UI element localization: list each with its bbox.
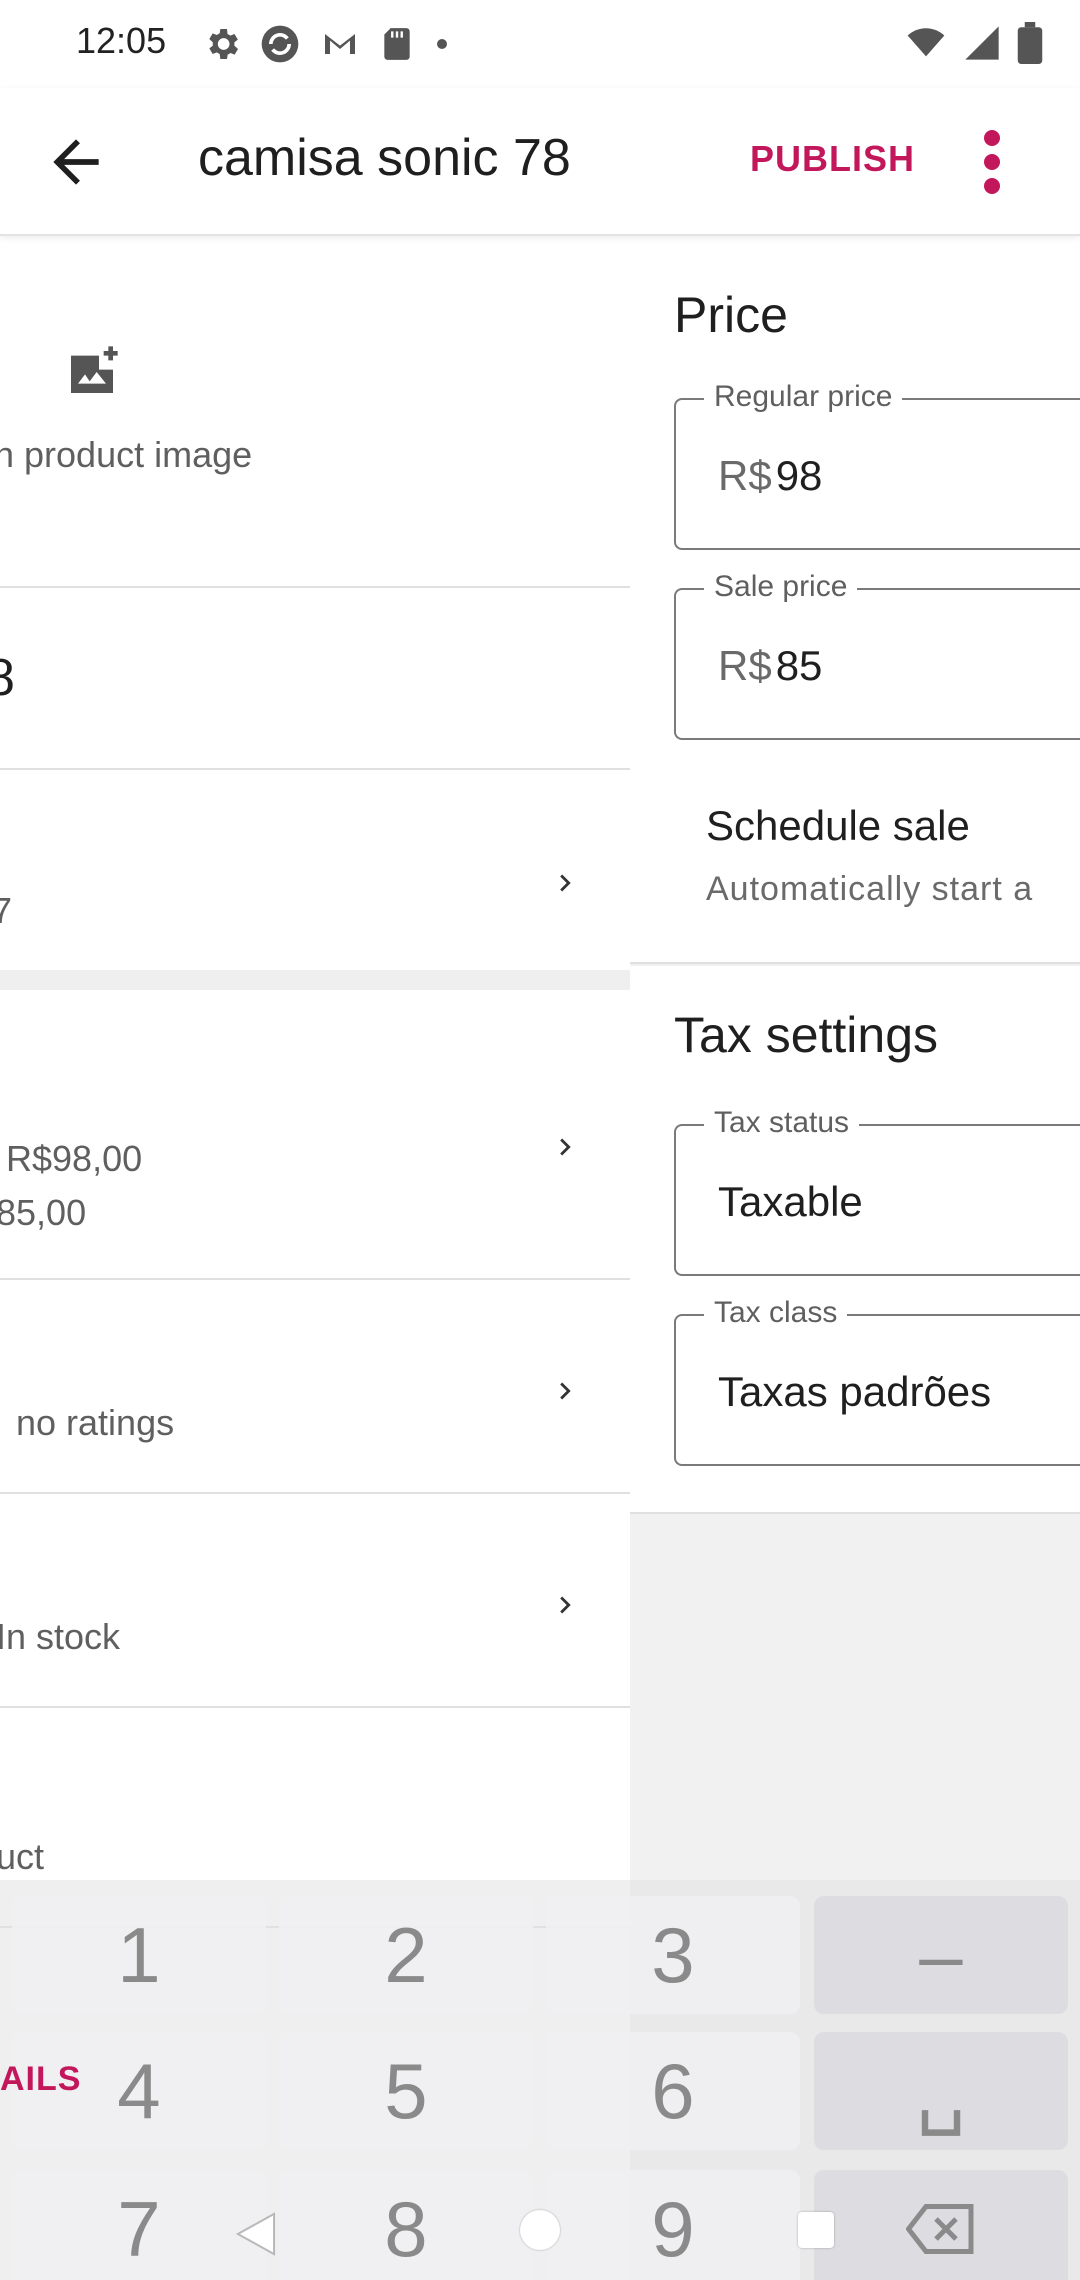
product-name-row[interactable]: 8	[0, 588, 630, 770]
details-tab-partial[interactable]: AILS	[0, 2060, 81, 2099]
key-5[interactable]: 5	[279, 2032, 533, 2150]
wifi-icon	[907, 28, 945, 57]
more-options-icon[interactable]	[968, 128, 1016, 196]
chevron-right-icon	[560, 874, 571, 892]
page-title: camisa sonic 78	[198, 129, 571, 187]
status-bar: 12:05	[0, 0, 1080, 88]
regular-price-input[interactable]: 98	[776, 452, 823, 499]
categories-row[interactable]: 7	[0, 770, 630, 990]
sd-card-icon	[384, 28, 410, 60]
schedule-sale-title: Schedule sale	[706, 802, 970, 849]
currency-prefix: R$	[718, 452, 772, 499]
chevron-right-icon	[560, 1596, 571, 1614]
sale-price-value: R$85	[718, 642, 822, 690]
chevron-right-icon	[560, 1382, 571, 1400]
nav-home-icon[interactable]	[520, 2210, 560, 2250]
signal-icon	[965, 26, 999, 60]
tax-class-label: Tax class	[704, 1296, 848, 1330]
inventory-summary: In stock	[0, 1616, 121, 1657]
back-arrow-icon[interactable]	[42, 128, 110, 196]
sync-app-icon	[261, 25, 299, 63]
add-product-image-label: n product image	[0, 434, 253, 475]
status-system-icons	[904, 22, 1044, 64]
tax-class-value: Taxas padrões	[718, 1368, 992, 1415]
product-name-partial: 8	[0, 649, 15, 707]
nav-recents-icon[interactable]	[798, 2212, 834, 2248]
key-space[interactable]: ␣	[814, 2032, 1068, 2150]
sale-price-field[interactable]: Sale price R$85	[674, 570, 1080, 740]
dot-icon	[437, 39, 447, 49]
product-image-section[interactable]: n product image	[0, 236, 630, 588]
app-bar: camisa sonic 78 PUBLISH	[0, 88, 1080, 236]
regular-price-value: R$98	[718, 452, 822, 500]
settings-icon	[209, 29, 238, 59]
status-time: 12:05	[76, 20, 167, 61]
reviews-summary: no ratings	[16, 1402, 175, 1443]
key-3[interactable]: 3	[546, 1896, 800, 2014]
regular-price-field[interactable]: Regular price R$98	[674, 380, 1080, 550]
price-heading: Price	[674, 287, 788, 343]
publish-button[interactable]: PUBLISH	[750, 138, 915, 180]
price-row[interactable]: R$98,00 85,00	[0, 1010, 630, 1280]
tax-card: Tax settings Tax status Taxable Tax clas…	[630, 966, 1080, 1514]
tax-class-field[interactable]: Tax class Taxas padrões	[674, 1296, 1080, 1466]
schedule-sale-subtitle: Automatically start a	[706, 870, 1034, 908]
key-minus[interactable]: –	[814, 1896, 1068, 2014]
regular-price-label: Regular price	[704, 380, 903, 414]
status-notification-icons	[202, 22, 452, 66]
price-sale-summary: 85,00	[0, 1192, 87, 1233]
tax-status-field[interactable]: Tax status Taxable	[674, 1106, 1080, 1276]
key-1[interactable]: 1	[12, 1896, 266, 2014]
chevron-right-icon	[560, 1138, 571, 1156]
sale-price-label: Sale price	[704, 570, 858, 604]
tax-status-label: Tax status	[704, 1106, 860, 1140]
inventory-row[interactable]: In stock	[0, 1494, 630, 1708]
categories-partial: 7	[0, 890, 13, 931]
price-regular-summary: R$98,00	[6, 1138, 143, 1179]
price-card: Price Regular price R$98 Sale price R$85…	[630, 236, 1080, 964]
description-partial: uct	[0, 1836, 45, 1877]
battery-icon	[1017, 22, 1043, 64]
tax-settings-heading: Tax settings	[674, 1007, 939, 1063]
reviews-row[interactable]: no ratings	[0, 1280, 630, 1494]
currency-prefix: R$	[718, 642, 772, 689]
sale-price-input[interactable]: 85	[776, 642, 823, 689]
key-2[interactable]: 2	[279, 1896, 533, 2014]
nav-back-icon[interactable]	[234, 2210, 278, 2258]
tax-status-value: Taxable	[718, 1178, 863, 1225]
gmail-icon	[325, 34, 355, 54]
system-nav-bar	[0, 2150, 1080, 2280]
add-photo-icon	[71, 346, 118, 393]
key-6[interactable]: 6	[546, 2032, 800, 2150]
